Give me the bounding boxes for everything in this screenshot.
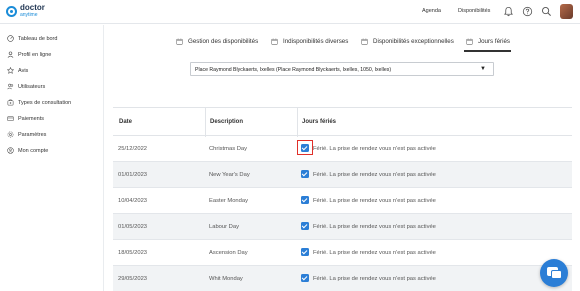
- sidebar-item-label: Profil en ligne: [18, 51, 52, 58]
- sidebar-item-users[interactable]: Utilisateurs: [7, 83, 45, 90]
- cell-date: 01/05/2023: [118, 224, 148, 230]
- profile-icon: [7, 51, 14, 58]
- logo-name: doctor: [20, 3, 45, 12]
- sidebar-item-label: Utilisateurs: [18, 83, 46, 90]
- table-row: 18/05/2023 Ascension Day Férié. La prise…: [113, 240, 572, 266]
- table-row: 29/05/2023 Whit Monday Férié. La prise d…: [113, 266, 572, 291]
- cell-description: Easter Monday: [209, 198, 248, 204]
- sidebar-item-label: Tableau de bord: [18, 35, 58, 42]
- sidebar-item-profile[interactable]: Profil en ligne: [7, 51, 51, 58]
- tab-label: Jours fériés: [478, 38, 510, 45]
- tab-gestion-disponibilites[interactable]: Gestion des disponibilités: [176, 38, 258, 45]
- holiday-checkbox[interactable]: [301, 248, 309, 256]
- doctor-anytime-logo[interactable]: doctor anytime: [6, 4, 45, 19]
- holiday-checkbox[interactable]: [301, 170, 309, 178]
- calendar-icon: [271, 38, 278, 45]
- caret-down-icon: ▼: [480, 66, 486, 72]
- cell-description: Ascension Day: [209, 250, 248, 256]
- cell-date: 25/12/2022: [118, 146, 148, 152]
- checkbox-label: Férié. La prise de rendez vous n'est pas…: [313, 224, 436, 230]
- holiday-checkbox[interactable]: [301, 222, 309, 230]
- sidebar-item-reviews[interactable]: Avis: [7, 67, 28, 74]
- cell-date: 18/05/2023: [118, 250, 148, 256]
- chat-button[interactable]: [540, 259, 568, 287]
- location-select[interactable]: Place Raymond Blyckaerts, Ixelles (Place…: [190, 62, 494, 76]
- tab-disponibilites-exceptionnelles[interactable]: Disponibilités exceptionnelles: [361, 38, 454, 45]
- column-divider: [297, 108, 298, 137]
- tab-label: Indisponibilités diverses: [283, 38, 349, 45]
- calendar-icon: [361, 38, 368, 45]
- sidebar-item-label: Mon compte: [18, 147, 49, 154]
- star-icon: [7, 67, 14, 74]
- checkbox-label: Férié. La prise de rendez vous n'est pas…: [313, 250, 436, 256]
- table-header: Date Description Jours fériés: [113, 107, 572, 137]
- header-holidays: Jours fériés: [302, 119, 337, 125]
- sidebar-item-dashboard[interactable]: Tableau de bord: [7, 35, 57, 42]
- dashboard-icon: [7, 35, 14, 42]
- cell-description: Whit Monday: [209, 276, 243, 282]
- logo-mark-icon: [6, 6, 17, 17]
- top-bar: doctor anytime Agenda Disponibilités: [0, 0, 580, 24]
- consultation-icon: [7, 99, 14, 106]
- user-avatar[interactable]: [560, 4, 573, 19]
- header-description: Description: [210, 119, 244, 125]
- checkbox-label: Férié. La prise de rendez vous n'est pas…: [313, 198, 436, 204]
- nav-disponibilites-link[interactable]: Disponibilités: [458, 8, 490, 14]
- cell-description: Christmas Day: [209, 146, 248, 152]
- search-icon[interactable]: [541, 6, 552, 17]
- active-tab-indicator: [464, 50, 511, 52]
- holidays-table: Date Description Jours fériés 25/12/2022…: [113, 107, 572, 291]
- checkbox-label: Férié. La prise de rendez vous n'est pas…: [313, 276, 436, 282]
- table-row: 01/05/2023 Labour Day Férié. La prise de…: [113, 214, 572, 240]
- sidebar-item-label: Avis: [18, 67, 29, 74]
- cell-description: New Year's Day: [209, 172, 250, 178]
- logo-subtitle: anytime: [20, 12, 38, 18]
- account-icon: [7, 147, 14, 154]
- checkbox-label: Férié. La prise de rendez vous n'est pas…: [313, 146, 436, 152]
- header-date: Date: [119, 119, 133, 125]
- sidebar-item-consultation-types[interactable]: Types de consultation: [7, 99, 71, 106]
- checkbox-label: Férié. La prise de rendez vous n'est pas…: [313, 172, 436, 178]
- holiday-checkbox[interactable]: [301, 196, 309, 204]
- sidebar-item-label: Types de consultation: [18, 99, 72, 106]
- chat-bubble-icon: [551, 270, 562, 279]
- sidebar-item-account[interactable]: Mon compte: [7, 147, 48, 154]
- holiday-checkbox[interactable]: [301, 274, 309, 282]
- cell-date: 29/05/2023: [118, 276, 148, 282]
- sidebar: Tableau de bord Profil en ligne Avis Uti…: [0, 25, 104, 291]
- users-icon: [7, 83, 14, 90]
- holiday-checkbox[interactable]: [301, 144, 309, 152]
- table-row: 01/01/2023 New Year's Day Férié. La pris…: [113, 162, 572, 188]
- table-row: 25/12/2022 Christmas Day Férié. La prise…: [113, 136, 572, 162]
- wallet-icon: [7, 116, 14, 121]
- tab-jours-feries[interactable]: Jours fériés: [466, 38, 510, 45]
- calendar-icon: [466, 38, 473, 45]
- help-icon[interactable]: [522, 6, 533, 17]
- tab-indisponibilites-diverses[interactable]: Indisponibilités diverses: [271, 38, 348, 45]
- table-row: 10/04/2023 Easter Monday Férié. La prise…: [113, 188, 572, 214]
- calendar-icon: [176, 38, 183, 45]
- sidebar-item-label: Paramètres: [18, 131, 47, 138]
- sidebar-item-settings[interactable]: Paramètres: [7, 131, 46, 138]
- gear-icon: [7, 131, 14, 138]
- tab-label: Gestion des disponibilités: [188, 38, 259, 45]
- column-divider: [205, 108, 206, 137]
- location-select-value: Place Raymond Blyckaerts, Ixelles (Place…: [195, 67, 392, 73]
- nav-agenda-link[interactable]: Agenda: [422, 8, 441, 14]
- bell-icon[interactable]: [503, 6, 514, 17]
- sidebar-item-label: Paiements: [18, 115, 44, 122]
- sidebar-item-payments[interactable]: Paiements: [7, 115, 44, 122]
- cell-date: 10/04/2023: [118, 198, 148, 204]
- tab-label: Disponibilités exceptionnelles: [373, 38, 454, 45]
- cell-description: Labour Day: [209, 224, 239, 230]
- cell-date: 01/01/2023: [118, 172, 148, 178]
